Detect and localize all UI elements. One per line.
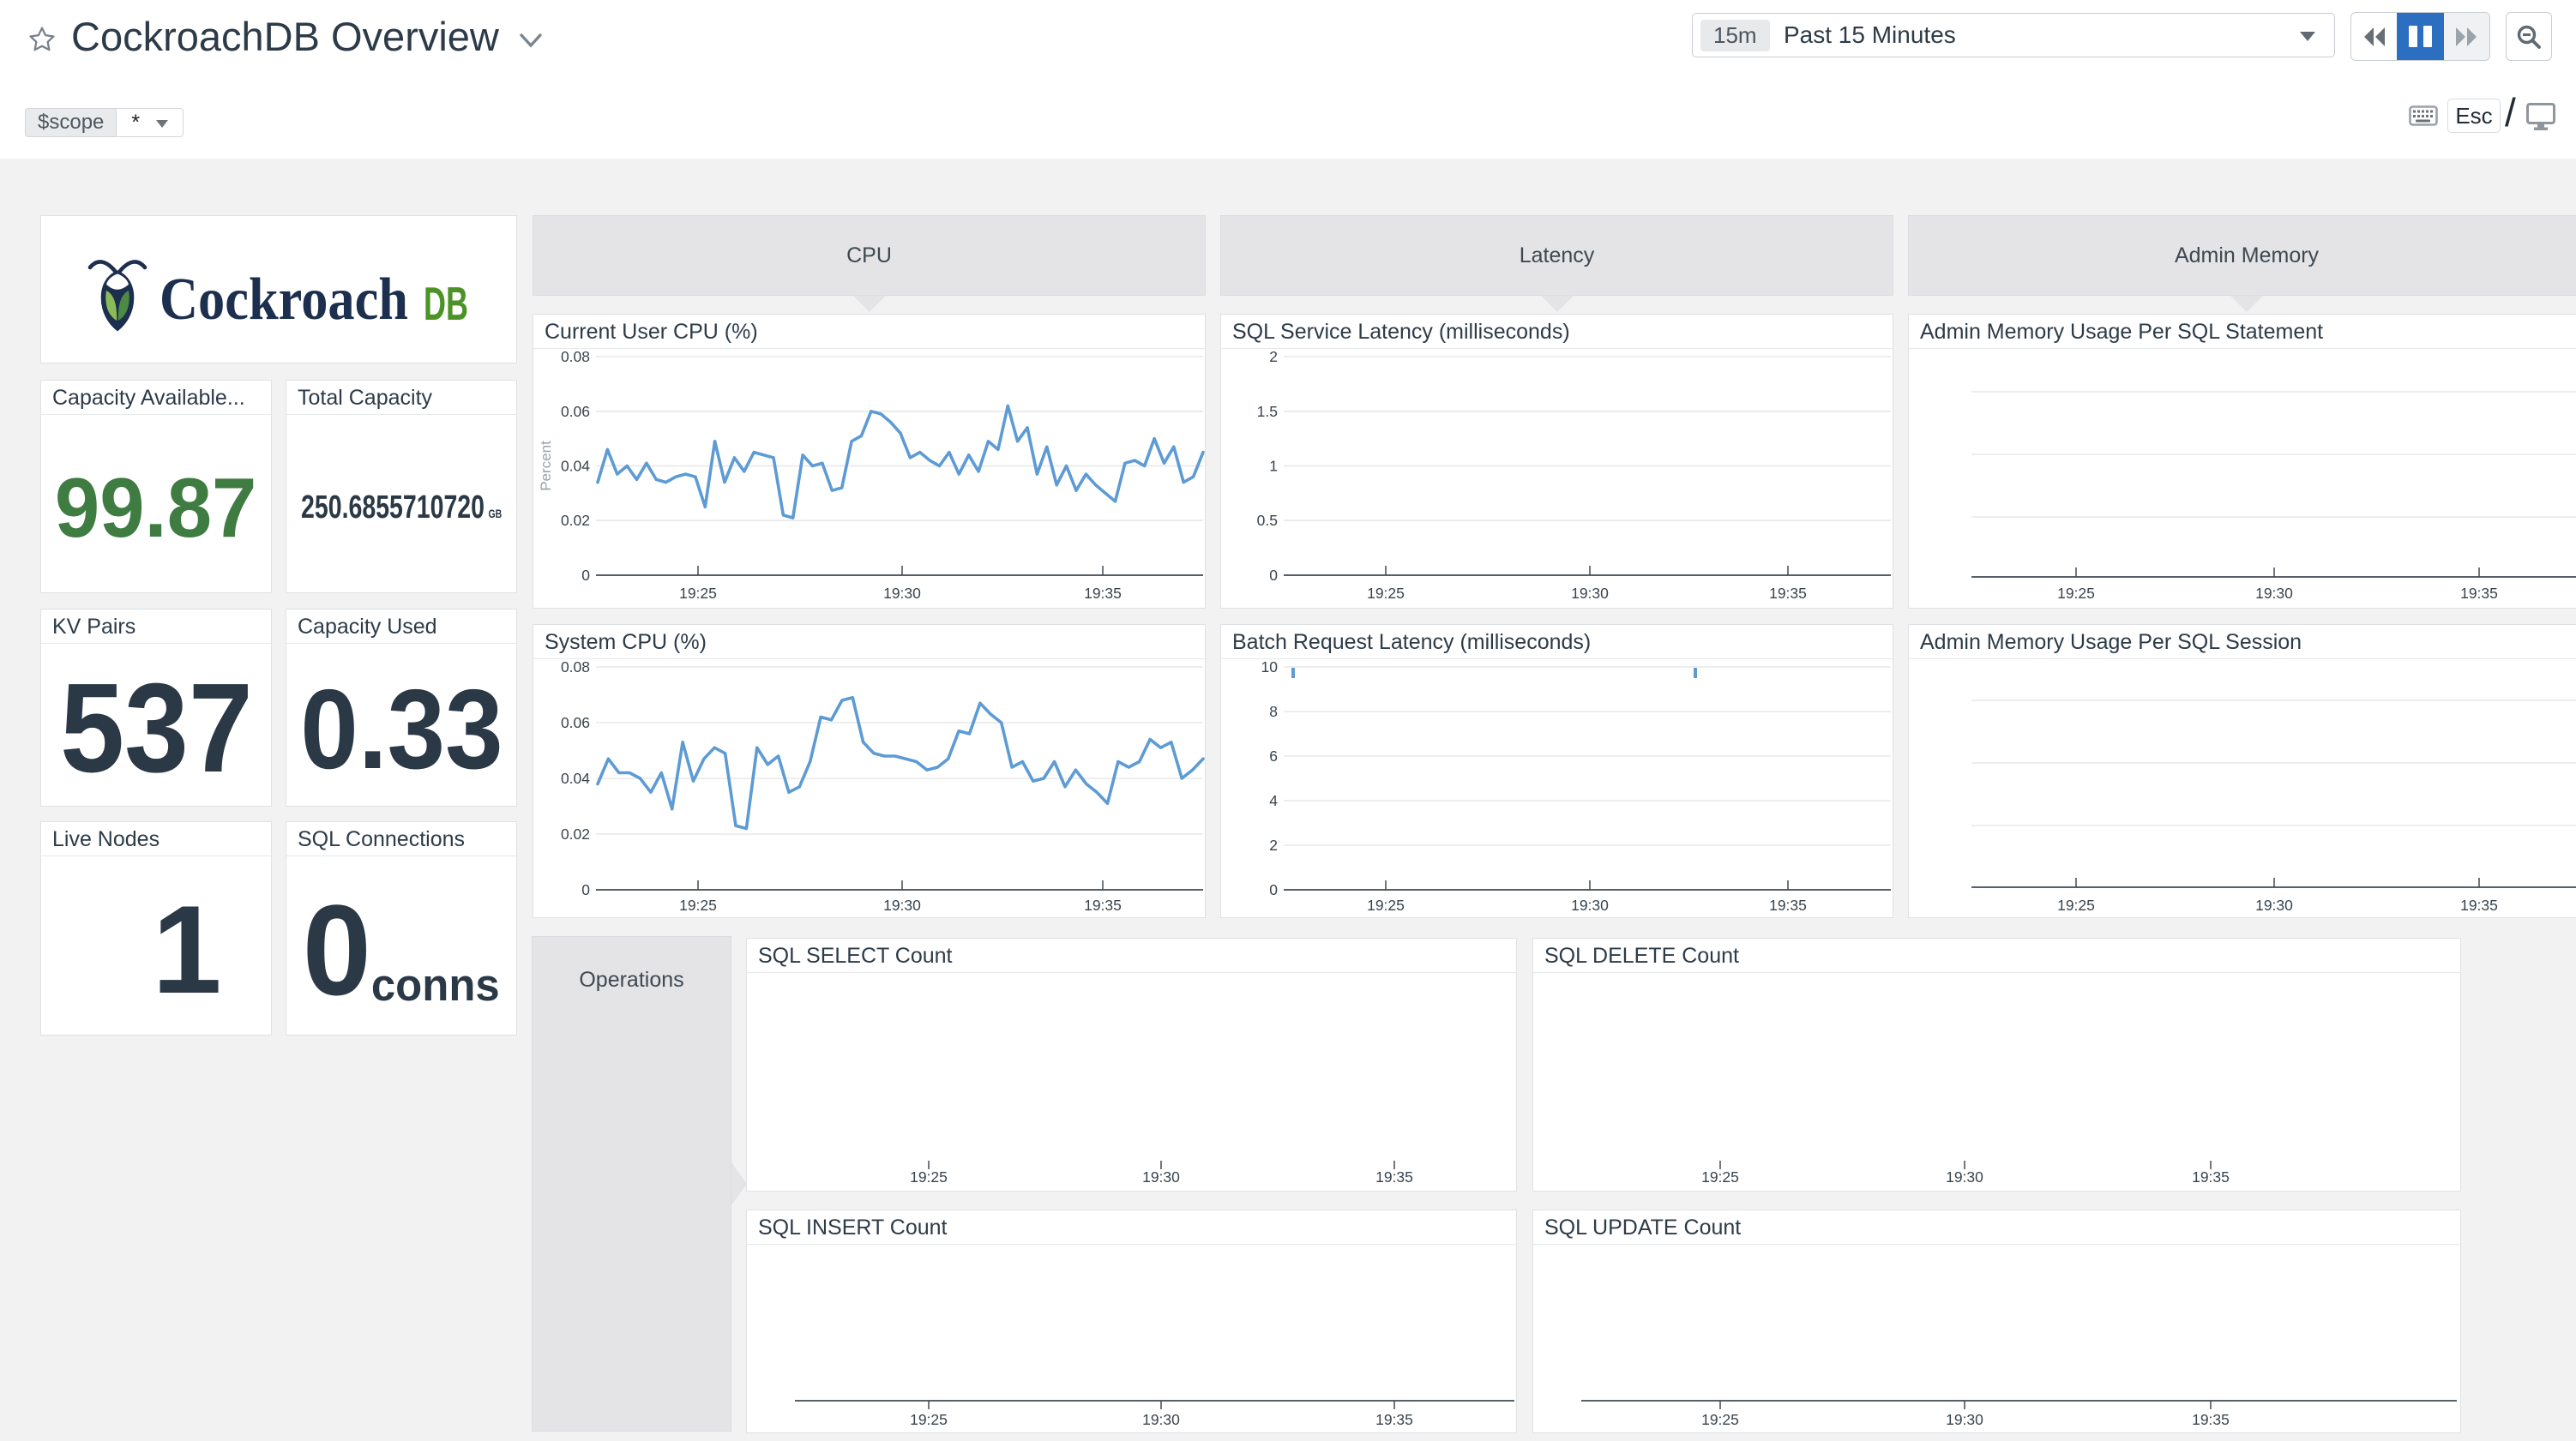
svg-text:0: 0: [1269, 567, 1278, 584]
svg-text:19:30: 19:30: [1142, 1168, 1180, 1186]
svg-text:DB: DB: [424, 277, 468, 330]
svg-text:0: 0: [581, 567, 590, 584]
svg-text:0.5: 0.5: [1257, 512, 1278, 529]
svg-text:19:35: 19:35: [1769, 897, 1807, 914]
svg-text:0.08: 0.08: [561, 348, 590, 365]
svg-text:19:35: 19:35: [1375, 1411, 1413, 1428]
svg-text:19:35: 19:35: [2192, 1411, 2230, 1428]
svg-text:0.06: 0.06: [561, 714, 590, 731]
svg-text:19:30: 19:30: [2255, 585, 2293, 602]
svg-text:0: 0: [1269, 881, 1278, 898]
svg-text:19:30: 19:30: [1142, 1411, 1180, 1428]
svg-text:19:30: 19:30: [2255, 897, 2293, 914]
svg-text:19:25: 19:25: [910, 1411, 948, 1428]
svg-text:19:35: 19:35: [2192, 1168, 2230, 1186]
svg-text:2: 2: [1269, 348, 1278, 365]
svg-text:Percent: Percent: [538, 441, 554, 491]
svg-text:19:25: 19:25: [2057, 897, 2095, 914]
svg-text:0.04: 0.04: [561, 458, 590, 475]
svg-text:19:35: 19:35: [1084, 585, 1122, 602]
svg-text:19:30: 19:30: [1946, 1168, 1983, 1186]
svg-text:19:30: 19:30: [1946, 1411, 1983, 1428]
svg-text:19:25: 19:25: [1367, 585, 1405, 602]
svg-text:0.06: 0.06: [561, 403, 590, 420]
svg-text:1: 1: [1269, 458, 1278, 475]
svg-text:19:25: 19:25: [1367, 897, 1405, 914]
svg-text:19:35: 19:35: [1084, 897, 1122, 914]
svg-text:19:30: 19:30: [883, 897, 921, 914]
svg-text:8: 8: [1269, 703, 1278, 720]
svg-text:Cockroach: Cockroach: [159, 267, 408, 333]
svg-text:19:25: 19:25: [1701, 1168, 1739, 1186]
svg-text:6: 6: [1269, 748, 1278, 765]
svg-text:2: 2: [1269, 837, 1278, 854]
svg-text:10: 10: [1261, 658, 1279, 675]
svg-text:0.08: 0.08: [561, 658, 590, 675]
svg-text:19:35: 19:35: [1769, 585, 1807, 602]
svg-text:19:25: 19:25: [679, 897, 717, 914]
svg-text:19:25: 19:25: [910, 1168, 948, 1186]
svg-text:19:25: 19:25: [2057, 585, 2095, 602]
svg-text:19:35: 19:35: [1375, 1168, 1413, 1186]
svg-text:19:30: 19:30: [1571, 585, 1609, 602]
svg-text:19:30: 19:30: [883, 585, 921, 602]
svg-text:19:25: 19:25: [1701, 1411, 1739, 1428]
svg-text:0.02: 0.02: [561, 826, 590, 843]
svg-text:0.04: 0.04: [561, 770, 590, 787]
svg-text:19:35: 19:35: [2460, 897, 2498, 914]
svg-text:4: 4: [1269, 792, 1278, 809]
svg-text:19:25: 19:25: [679, 585, 717, 602]
svg-text:19:35: 19:35: [2460, 585, 2498, 602]
svg-text:1.5: 1.5: [1257, 403, 1278, 420]
svg-text:0: 0: [581, 881, 590, 898]
svg-text:0.02: 0.02: [561, 512, 590, 529]
svg-text:19:30: 19:30: [1571, 897, 1609, 914]
